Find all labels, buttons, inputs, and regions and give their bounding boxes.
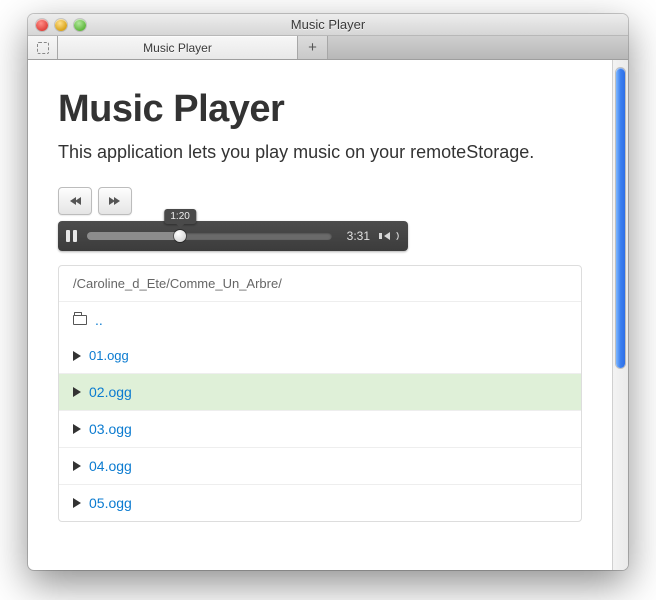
plus-icon: +	[308, 39, 317, 56]
tab-label: Music Player	[143, 41, 212, 55]
parent-directory-link[interactable]: ..	[59, 301, 581, 338]
tabstrip: Music Player +	[28, 36, 628, 60]
seek-bar[interactable]: 1:20	[87, 232, 332, 240]
rewind-icon	[70, 197, 80, 205]
file-row[interactable]: 02.ogg	[59, 373, 581, 410]
window: Music Player Music Player + Music Player…	[28, 14, 628, 570]
scrollbar-track[interactable]	[612, 60, 628, 570]
page-subtitle: This application lets you play music on …	[58, 139, 582, 165]
play-icon	[73, 424, 81, 434]
play-icon	[73, 351, 81, 361]
placeholder-favicon-icon	[37, 42, 49, 54]
file-name: 03.ogg	[89, 421, 132, 437]
play-icon	[73, 387, 81, 397]
file-name: 05.ogg	[89, 495, 132, 511]
folder-open-icon	[73, 315, 87, 325]
fast-forward-icon	[110, 197, 120, 205]
page-heading: Music Player	[58, 88, 582, 131]
file-row[interactable]: 05.ogg	[59, 484, 581, 521]
new-tab-button[interactable]: +	[298, 36, 328, 59]
play-icon	[73, 461, 81, 471]
tab-favicon-box[interactable]	[28, 36, 58, 59]
play-icon	[73, 498, 81, 508]
browser-tab[interactable]: Music Player	[58, 36, 298, 59]
seek-knob[interactable]	[174, 230, 186, 242]
current-path: /Caroline_d_Ete/Comme_Un_Arbre/	[59, 266, 581, 301]
window-zoom-button[interactable]	[74, 19, 86, 31]
file-row[interactable]: 03.ogg	[59, 410, 581, 447]
audio-player: 1:20 3:31	[58, 221, 408, 251]
file-list: /Caroline_d_Ete/Comme_Un_Arbre/ .. 01.og…	[58, 265, 582, 522]
file-name: 04.ogg	[89, 458, 132, 474]
file-name: 01.ogg	[89, 348, 129, 363]
page-content: Music Player This application lets you p…	[28, 60, 612, 570]
pause-button[interactable]	[66, 230, 77, 242]
duration-label: 3:31	[342, 229, 370, 243]
window-title: Music Player	[28, 17, 628, 32]
volume-button[interactable]	[380, 232, 400, 240]
window-close-button[interactable]	[36, 19, 48, 31]
previous-track-button[interactable]	[58, 187, 92, 215]
next-track-button[interactable]	[98, 187, 132, 215]
scrollbar-thumb[interactable]	[616, 68, 625, 368]
file-name: 02.ogg	[89, 384, 132, 400]
window-minimize-button[interactable]	[55, 19, 67, 31]
file-row[interactable]: 04.ogg	[59, 447, 581, 484]
seek-tooltip: 1:20	[164, 209, 195, 224]
seek-progress	[87, 232, 180, 240]
speaker-icon	[379, 233, 382, 239]
titlebar: Music Player	[28, 14, 628, 36]
up-label: ..	[95, 312, 103, 328]
file-row[interactable]: 01.ogg	[59, 338, 581, 373]
